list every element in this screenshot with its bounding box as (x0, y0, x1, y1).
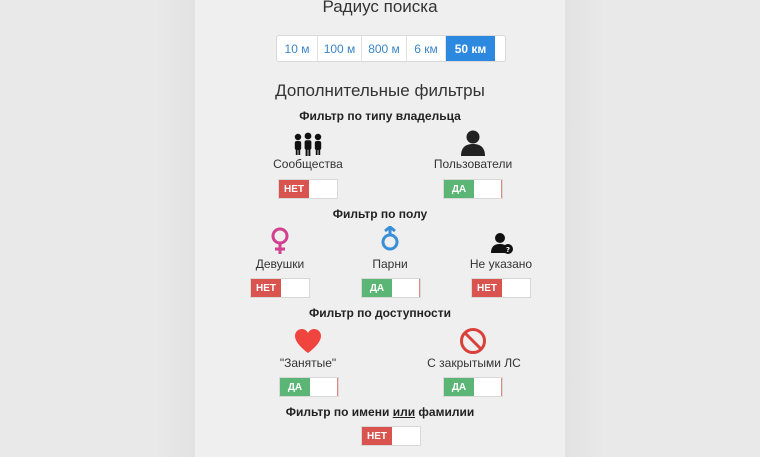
radius-option-800m[interactable]: 800 м (362, 36, 407, 61)
closed-dm-toggle[interactable]: ДА (443, 377, 503, 397)
unknown-user-icon: ? (487, 228, 517, 258)
radius-option-6km[interactable]: 6 км (407, 36, 446, 61)
owner-type-filter-title: Фильтр по типу владельца (299, 109, 461, 123)
closed-dm-label: С закрытыми ЛС (427, 356, 521, 370)
heart-icon (293, 326, 323, 356)
no-entry-icon (458, 326, 488, 356)
toggle-state-label: НЕТ (251, 279, 281, 297)
toggle-state-label: НЕТ (472, 279, 502, 297)
panel-shadow-left (155, 0, 195, 457)
search-radius-title: Радиус поиска (322, 0, 438, 16)
toggle-state-label: НЕТ (279, 180, 309, 198)
toggle-state-label: ДА (444, 180, 474, 198)
female-icon (265, 226, 295, 256)
girls-label: Девушки (255, 257, 305, 271)
svg-text:?: ? (506, 246, 510, 254)
busy-toggle[interactable]: ДА (279, 377, 339, 397)
toggle-state-label: НЕТ (362, 427, 392, 445)
name-filter-toggle[interactable]: НЕТ (361, 426, 421, 446)
toggle-state-label: ДА (444, 378, 474, 396)
radius-option-50km[interactable]: 50 км (446, 36, 495, 61)
group-icon (293, 130, 323, 160)
gender-filter-title: Фильтр по полу (332, 207, 428, 221)
name-filter-title-or: или (392, 405, 416, 419)
toggle-state-label: ДА (362, 279, 392, 297)
not-specified-label: Не указано (469, 257, 533, 271)
name-filter-title: Фильтр по имени или фамилии (230, 405, 530, 419)
girls-toggle[interactable]: НЕТ (250, 278, 310, 298)
busy-label: "Занятые" (279, 356, 337, 370)
radius-option-100m[interactable]: 100 м (318, 36, 362, 61)
radius-option-10m[interactable]: 10 м (277, 36, 318, 61)
guys-label: Парни (372, 257, 408, 271)
availability-filter-title: Фильтр по доступности (309, 306, 451, 320)
additional-filters-title: Дополнительные фильтры (275, 81, 485, 100)
guys-toggle[interactable]: ДА (361, 278, 421, 298)
communities-label: Сообщества (273, 157, 343, 171)
panel-shadow-right (565, 0, 605, 457)
male-icon (375, 226, 405, 256)
toggle-state-label: ДА (280, 378, 310, 396)
user-icon (458, 128, 488, 158)
users-label: Пользователи (433, 157, 513, 171)
name-filter-title-part2: фамилии (415, 405, 475, 419)
users-toggle[interactable]: ДА (443, 179, 503, 199)
not-specified-toggle[interactable]: НЕТ (471, 278, 531, 298)
communities-toggle[interactable]: НЕТ (278, 179, 338, 199)
name-filter-title-part1: Фильтр по имени (285, 405, 393, 419)
radius-segmented-control: 10 м 100 м 800 м 6 км 50 км (276, 35, 506, 62)
